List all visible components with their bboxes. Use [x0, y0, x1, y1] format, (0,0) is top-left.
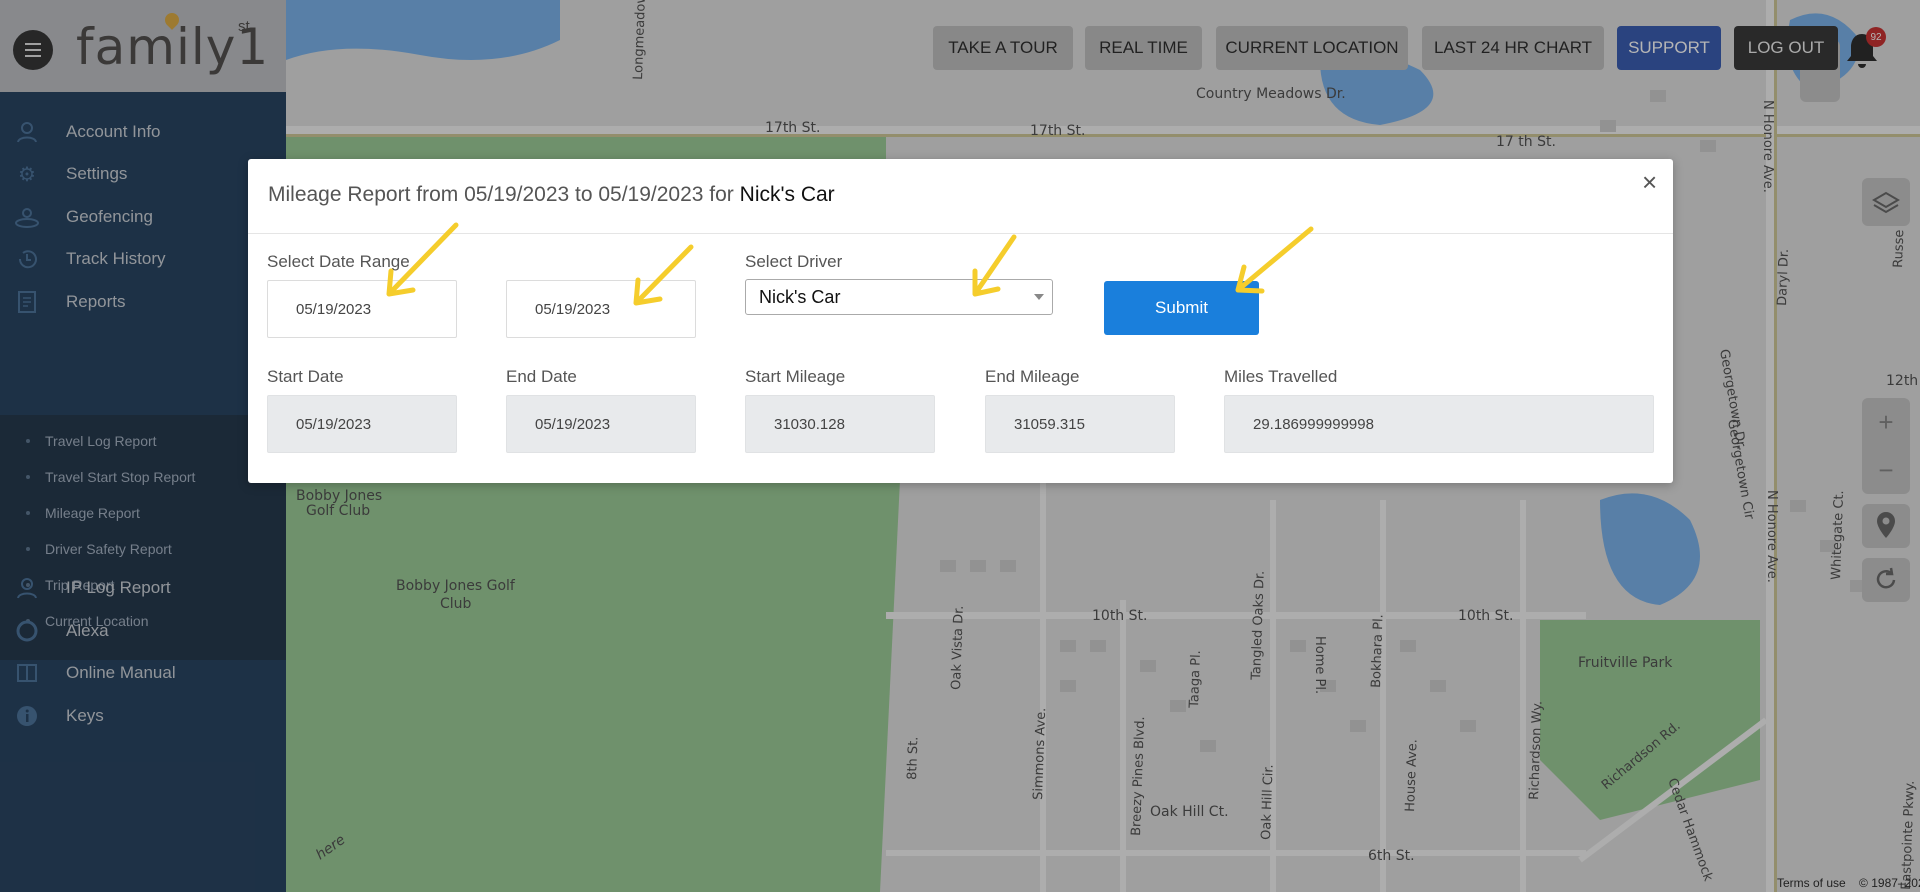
select-date-range-label: Select Date Range [267, 252, 410, 271]
close-icon[interactable]: × [1642, 169, 1657, 195]
end-mileage-label: End Mileage [985, 367, 1080, 386]
start-mileage-field: 31030.128 [745, 395, 935, 453]
copyright-text: © 1987–2023 HERE [1859, 876, 1920, 890]
miles-travelled-label: Miles Travelled [1224, 367, 1338, 386]
mileage-report-modal: Mileage Report from 05/19/2023 to 05/19/… [248, 159, 1673, 483]
date-from-input[interactable]: 05/19/2023 [267, 280, 457, 338]
modal-divider [248, 233, 1673, 234]
modal-title: Mileage Report from 05/19/2023 to 05/19/… [268, 183, 835, 207]
modal-title-text: Mileage Report from 05/19/2023 to 05/19/… [268, 183, 734, 206]
end-mileage-field: 31059.315 [985, 395, 1175, 453]
modal-title-vehicle: Nick's Car [739, 183, 835, 206]
miles-travelled-field: 29.186999999998 [1224, 395, 1654, 453]
start-date-field: 05/19/2023 [267, 395, 457, 453]
submit-button[interactable]: Submit [1104, 281, 1259, 335]
terms-of-use-link[interactable]: Terms of use [1777, 876, 1846, 890]
map-attribution: Terms of use © 1987–2023 HERE [1777, 876, 1920, 890]
select-driver-label: Select Driver [745, 252, 843, 271]
chevron-down-icon [1034, 294, 1044, 300]
driver-select-value: Nick's Car [759, 286, 841, 307]
date-to-input[interactable]: 05/19/2023 [506, 280, 696, 338]
end-date-label: End Date [506, 367, 577, 386]
start-mileage-label: Start Mileage [745, 367, 846, 386]
start-date-label: Start Date [267, 367, 344, 386]
end-date-field: 05/19/2023 [506, 395, 696, 453]
driver-select[interactable]: Nick's Car [745, 279, 1053, 315]
